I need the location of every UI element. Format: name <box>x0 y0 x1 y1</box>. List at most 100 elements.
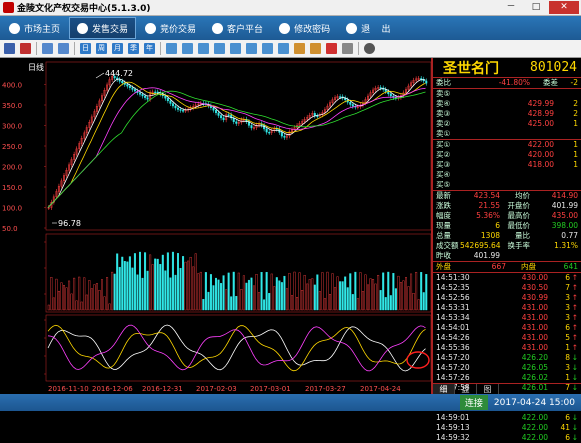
search-icon[interactable] <box>294 43 305 54</box>
bid-row[interactable]: 买① 422.00 1 <box>433 140 581 150</box>
candle-body <box>425 80 428 84</box>
line-chart-icon[interactable] <box>20 43 31 54</box>
tab-detail[interactable]: 细 <box>433 384 455 394</box>
connection-status: 连接 <box>459 395 488 410</box>
tick-price: 426.20 <box>521 353 548 362</box>
nav-exit[interactable]: 退 出 <box>339 17 397 39</box>
tool-8-icon[interactable] <box>278 43 289 54</box>
bid-row[interactable]: 买④ <box>433 170 581 180</box>
tab-chart[interactable]: 图 <box>477 384 499 394</box>
volume-bar <box>202 299 205 311</box>
zoom-in-icon[interactable] <box>58 43 69 54</box>
maximize-button[interactable]: □ <box>524 1 548 14</box>
volume-bar <box>136 274 139 311</box>
volume-bar <box>184 261 187 311</box>
period-week-button[interactable]: 周 <box>96 43 107 54</box>
arrow-up-icon: ↑ <box>571 323 578 332</box>
volume-bar <box>80 301 83 311</box>
tool-7-icon[interactable] <box>262 43 273 54</box>
period-year-button[interactable]: 年 <box>144 43 155 54</box>
nav-change-password[interactable]: 修改密码 <box>272 17 337 39</box>
volume-bar <box>156 258 159 311</box>
volume-bar <box>377 274 380 311</box>
volume-bar <box>341 281 344 311</box>
period-quarter-button[interactable]: 季 <box>128 43 139 54</box>
candle-body <box>133 89 136 92</box>
quote-row: 最新 423.54 均价 414.90 <box>436 191 578 200</box>
minimize-button[interactable]: － <box>499 1 523 14</box>
tool-6-icon[interactable] <box>246 43 257 54</box>
bar-chart-icon[interactable] <box>4 43 15 54</box>
tick-time: 14:59:13 <box>436 423 470 432</box>
bid-row[interactable]: 买③ 418.00 1 <box>433 160 581 170</box>
gear-icon[interactable] <box>364 43 375 54</box>
ask-row[interactable]: 卖② 425.00 1 <box>433 119 581 129</box>
draw-icon[interactable] <box>326 43 337 54</box>
tick-qty: 3 <box>565 293 570 302</box>
volume-bar <box>384 297 387 311</box>
nav-issue-trade[interactable]: 发售交易 <box>69 17 137 39</box>
candle-body <box>227 114 230 116</box>
volume-bar <box>176 253 179 311</box>
tick-time: 14:57:26 <box>436 373 470 382</box>
volume-bar <box>415 271 418 311</box>
quote-panel: 圣世名门 801024 委比 -41.80% 委差 -2 卖⑤ 卖④ 429.99… <box>432 58 581 442</box>
tool-4-icon[interactable] <box>214 43 225 54</box>
tick-qty: 6 <box>565 323 570 332</box>
period-day-button[interactable]: 日 <box>80 43 91 54</box>
kline-chart[interactable]: 日线 400.0 350.0 300.0 250.0 200.0 150.0 100.0 50… <box>0 58 431 394</box>
nav-home[interactable]: 市场主页 <box>2 17 67 39</box>
tool-1-icon[interactable] <box>166 43 177 54</box>
bid-row[interactable]: 买② 420.00 1 <box>433 150 581 160</box>
kline-chart-area[interactable]: 日线 400.0 350.0 300.0 250.0 200.0 150.0 100.0 50… <box>0 58 432 394</box>
volume-bar <box>133 253 136 311</box>
nav-bid-trade[interactable]: 竞价交易 <box>138 17 203 39</box>
volume-bar <box>278 280 281 311</box>
volume-bar <box>255 274 258 311</box>
ask-row[interactable]: 卖③ 428.99 2 <box>433 109 581 119</box>
tick-time: 14:51:30 <box>436 273 470 282</box>
quote-row: 涨跌 21.55 开盘价 401.99 <box>436 201 578 210</box>
eraser-icon[interactable] <box>342 43 353 54</box>
volume-bar <box>138 251 141 311</box>
tick-row: 14:51:30 430.00 6 ↑ <box>433 273 581 283</box>
candle-body <box>141 94 144 97</box>
tool-5-icon[interactable] <box>230 43 241 54</box>
candle-body <box>126 84 129 87</box>
tick-qty: 1 <box>565 373 570 382</box>
volume-bar <box>151 264 154 311</box>
tick-price: 431.00 <box>521 313 548 322</box>
candle-body <box>166 98 169 102</box>
arrow-up-icon: ↑ <box>571 313 578 322</box>
candle-body <box>214 110 217 114</box>
y-tick-label: 100.0 <box>2 205 22 213</box>
y-tick-label: 400.0 <box>2 82 22 90</box>
tick-price: 422.00 <box>521 413 548 422</box>
volume-bar <box>412 293 415 311</box>
quote-row: 幅度 5.36% 最高价 435.00 <box>436 211 578 220</box>
close-button[interactable]: ✕ <box>549 1 579 14</box>
period-month-button[interactable]: 月 <box>112 43 123 54</box>
magnify-icon[interactable] <box>310 43 321 54</box>
volume-bar <box>227 272 230 311</box>
volume-bar <box>121 256 124 311</box>
volume-bar <box>192 266 195 311</box>
y-tick-label: 250.0 <box>2 143 22 151</box>
tick-row: 14:53:34 431.00 3 ↑ <box>433 313 581 323</box>
ask-row[interactable]: 卖④ 429.99 2 <box>433 99 581 109</box>
tab-book[interactable]: 盘 <box>455 384 477 394</box>
bid-row[interactable]: 买⑤ <box>433 180 581 190</box>
volume-bar <box>379 290 382 311</box>
candlesticks <box>47 73 428 210</box>
key-icon <box>279 22 291 34</box>
zoom-out-icon[interactable] <box>42 43 53 54</box>
candle-body <box>144 95 147 98</box>
nav-client-platform[interactable]: 客户平台 <box>205 17 270 39</box>
tool-3-icon[interactable] <box>198 43 209 54</box>
ask-row[interactable]: 卖⑤ <box>433 89 581 99</box>
volume-bar <box>260 272 263 311</box>
volume-bar <box>144 252 147 311</box>
ask-row[interactable]: 卖① <box>433 129 581 139</box>
stock-code: 801024 <box>530 60 577 75</box>
tool-2-icon[interactable] <box>182 43 193 54</box>
